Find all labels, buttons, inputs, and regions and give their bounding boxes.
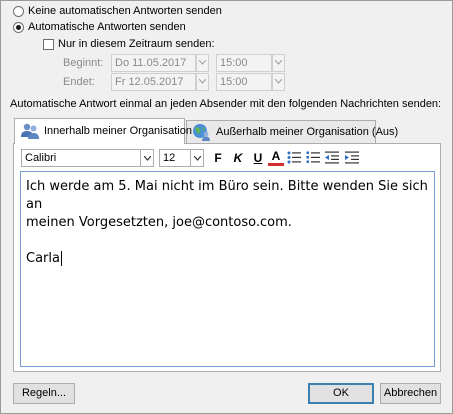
- message-signature: Carla: [26, 251, 60, 266]
- increase-indent-icon[interactable]: [345, 151, 359, 164]
- end-label: Endet:: [63, 76, 95, 88]
- tab-inside-organization[interactable]: Innerhalb meiner Organisation: [14, 118, 192, 144]
- bullet-list-icon[interactable]: [287, 151, 301, 164]
- message-editor[interactable]: Ich werde am 5. Mai nicht im Büro sein. …: [20, 171, 435, 367]
- start-time-field[interactable]: 15:00: [216, 54, 272, 72]
- send-auto-reply-radio[interactable]: [13, 22, 24, 33]
- auto-reply-dialog: Keine automatischen Antworten senden Aut…: [0, 0, 453, 414]
- tab-inside-label: Innerhalb meiner Organisation: [44, 125, 192, 137]
- font-size-dropdown[interactable]: [190, 149, 204, 167]
- chevron-down-icon: [199, 79, 206, 84]
- chevron-down-icon: [199, 60, 206, 65]
- tab-outside-label: Außerhalb meiner Organisation (Aus): [216, 126, 399, 138]
- cancel-button[interactable]: Abbrechen: [380, 383, 441, 404]
- bold-button[interactable]: F: [210, 150, 226, 166]
- ok-button[interactable]: OK: [308, 383, 374, 404]
- numbered-list-icon[interactable]: [306, 151, 320, 164]
- chevron-down-icon: [275, 79, 282, 84]
- rules-button[interactable]: Regeln...: [13, 383, 75, 404]
- font-color-button[interactable]: A: [268, 149, 284, 166]
- end-date-dropdown[interactable]: [196, 73, 209, 91]
- end-date-field[interactable]: Fr 12.05.2017: [111, 73, 196, 91]
- message-line-1: Ich werde am 5. Mai nicht im Büro sein. …: [26, 179, 428, 212]
- font-name-dropdown[interactable]: [140, 149, 154, 167]
- start-label: Beginnt:: [63, 57, 104, 69]
- chevron-down-icon: [143, 156, 151, 161]
- tab-outside-organization[interactable]: Außerhalb meiner Organisation (Aus): [186, 120, 398, 143]
- send-auto-reply-label[interactable]: Automatische Antworten senden: [28, 21, 186, 34]
- end-time-dropdown[interactable]: [272, 73, 285, 91]
- no-auto-reply-radio[interactable]: [13, 6, 24, 17]
- time-range-checkbox[interactable]: [43, 39, 54, 50]
- chevron-down-icon: [193, 156, 201, 161]
- italic-button[interactable]: K: [230, 150, 246, 166]
- start-date-field[interactable]: Do 11.05.2017: [111, 54, 196, 72]
- underline-button[interactable]: U: [250, 150, 266, 166]
- font-size-select[interactable]: 12: [159, 149, 191, 167]
- chevron-down-icon: [275, 60, 282, 65]
- globe-people-icon: [193, 124, 210, 141]
- time-range-label[interactable]: Nur in diesem Zeitraum senden:: [58, 38, 215, 51]
- decrease-indent-icon[interactable]: [325, 151, 339, 164]
- start-date-dropdown[interactable]: [196, 54, 209, 72]
- no-auto-reply-label[interactable]: Keine automatischen Antworten senden: [28, 5, 222, 18]
- message-panel: Calibri 12 F K U A Ich werde am 5. Mai n…: [13, 143, 441, 372]
- people-icon: [21, 123, 39, 139]
- message-line-2: meinen Vorgesetzten, joe@contoso.com.: [26, 215, 292, 230]
- font-name-select[interactable]: Calibri: [21, 149, 147, 167]
- text-cursor: [60, 251, 62, 266]
- instruction-text: Automatische Antwort einmal an jeden Abs…: [10, 98, 442, 110]
- start-time-dropdown[interactable]: [272, 54, 285, 72]
- end-time-field[interactable]: 15:00: [216, 73, 272, 91]
